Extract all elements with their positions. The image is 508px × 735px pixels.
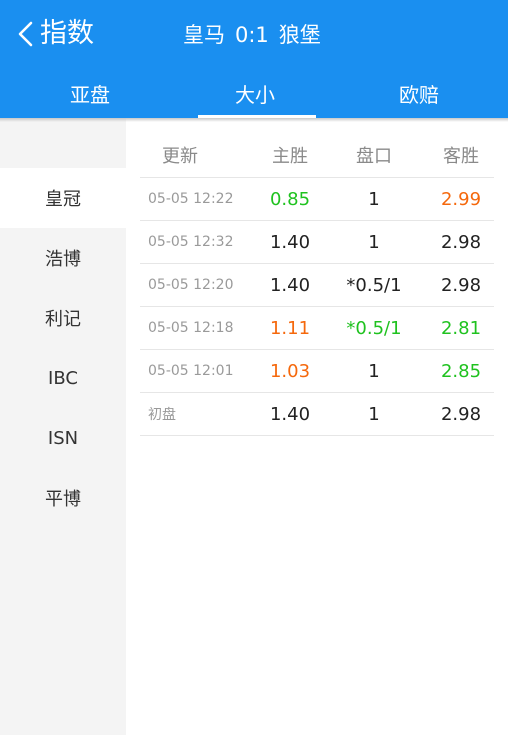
table-row: 05-05 12:32 1.40 1 2.98	[140, 221, 494, 264]
column-header-line: 盘口	[356, 145, 392, 167]
table-row: 05-05 12:22 0.85 1 2.99	[140, 178, 494, 221]
row-away-odds: 2.98	[440, 274, 482, 296]
sidebar-item-label: 利记	[45, 309, 81, 330]
tab-label: 欧赔	[399, 82, 439, 107]
row-away-odds: 2.81	[440, 317, 482, 339]
row-line: 1	[368, 188, 380, 210]
chevron-left-icon	[18, 21, 33, 47]
odds-table: 更新 主胜 盘口 客胜 05-05 12:22 0.85 1 2.99 05-0…	[140, 132, 494, 436]
column-header-update: 更新	[162, 145, 198, 167]
tab-asian-handicap[interactable]: 亚盘	[0, 68, 180, 118]
tab-label: 亚盘	[70, 82, 110, 107]
sidebar-item-huangguan[interactable]: 皇冠	[0, 168, 126, 228]
row-time: 05-05 12:18	[148, 320, 234, 336]
row-home-odds: 1.40	[269, 231, 311, 253]
row-line: *0.5/1	[346, 274, 402, 296]
table-row: 05-05 12:20 1.40 *0.5/1 2.98	[140, 264, 494, 307]
row-away-odds: 2.85	[440, 360, 482, 382]
sidebar-item-isn[interactable]: ISN	[0, 408, 126, 468]
tab-over-under[interactable]: 大小	[180, 68, 330, 118]
row-home-odds: 1.40	[269, 274, 311, 296]
row-line: 1	[368, 403, 380, 425]
row-time: 初盘	[148, 407, 176, 423]
sidebar-item-label: 浩博	[45, 249, 81, 270]
back-button[interactable]	[10, 18, 40, 50]
row-line: 1	[368, 360, 380, 382]
row-home-odds: 0.85	[269, 188, 311, 210]
row-away-odds: 2.99	[440, 188, 482, 210]
header-shadow	[0, 118, 508, 122]
sidebar-item-ibc[interactable]: IBC	[0, 348, 126, 408]
page-title: 指数	[40, 18, 94, 49]
row-time: 05-05 12:01	[148, 363, 234, 379]
row-line: 1	[368, 231, 380, 253]
sidebar-item-label: 皇冠	[45, 189, 81, 210]
sidebar-item-label: 平博	[45, 489, 81, 510]
row-line: *0.5/1	[346, 317, 402, 339]
table-row: 05-05 12:01 1.03 1 2.85	[140, 350, 494, 393]
row-time: 05-05 12:22	[148, 191, 234, 207]
sidebar-item-label: ISN	[47, 427, 79, 449]
home-team: 皇马	[183, 23, 225, 47]
odds-tabs: 亚盘 大小 欧赔	[0, 68, 508, 118]
table-row-opening: 初盘 1.40 1 2.98	[140, 393, 494, 436]
row-home-odds: 1.03	[269, 360, 311, 382]
match-info: 皇马 0:1 狼堡	[183, 20, 331, 50]
top-bar: 指数 皇马 0:1 狼堡	[0, 0, 508, 68]
sidebar-item-haobo[interactable]: 浩博	[0, 228, 126, 288]
tab-european-odds[interactable]: 欧赔	[330, 68, 508, 118]
row-home-odds: 1.11	[269, 317, 311, 339]
table-row: 05-05 12:18 1.11 *0.5/1 2.81	[140, 307, 494, 350]
sidebar-item-liji[interactable]: 利记	[0, 288, 126, 348]
column-header-home: 主胜	[272, 145, 308, 167]
row-time: 05-05 12:32	[148, 234, 234, 250]
row-away-odds: 2.98	[440, 403, 482, 425]
row-away-odds: 2.98	[440, 231, 482, 253]
column-header-away: 客胜	[443, 145, 479, 167]
table-header: 更新 主胜 盘口 客胜	[140, 132, 494, 178]
bookmaker-sidebar: 皇冠 浩博 利记 IBC ISN 平博	[0, 118, 126, 735]
app-header: 指数 皇马 0:1 狼堡 亚盘 大小 欧赔	[0, 0, 508, 118]
row-time: 05-05 12:20	[148, 277, 234, 293]
row-home-odds: 1.40	[269, 403, 311, 425]
match-score: 0:1	[235, 23, 269, 47]
away-team: 狼堡	[278, 23, 321, 47]
sidebar-item-label: IBC	[48, 367, 78, 389]
sidebar-item-pingbo[interactable]: 平博	[0, 468, 126, 528]
tab-label: 大小	[235, 82, 275, 107]
